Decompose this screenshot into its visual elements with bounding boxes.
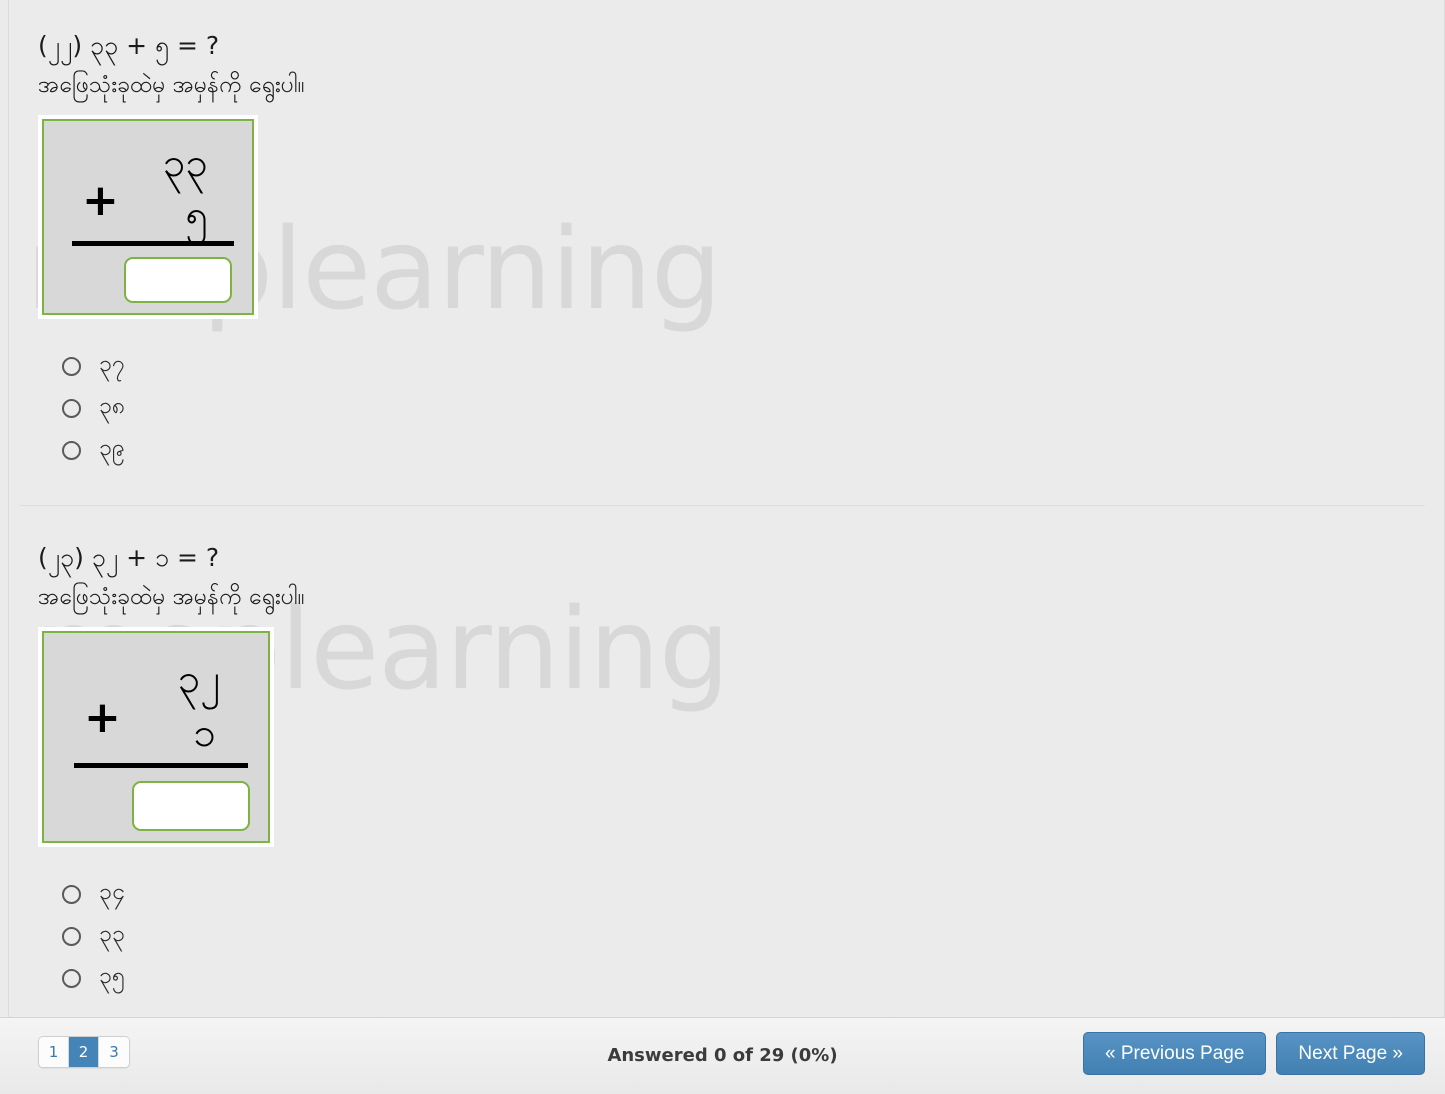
radio-icon[interactable]	[62, 968, 81, 988]
quiz-footer: 1 2 3 Answered 0 of 29 (0%) « Previous P…	[0, 1017, 1445, 1094]
option-label: ၃၉	[99, 434, 125, 461]
sum-problem-frame: + ၃၃ ၅	[42, 119, 254, 316]
question-instruction: အဖြေသုံးခုထဲမှ အမှန်ကို ရွေးပါ။	[38, 72, 305, 99]
question-title: (၂၂) ၃၃ + ၅ = ?	[38, 31, 220, 60]
sum-rule-line	[72, 241, 234, 247]
option-row[interactable]: ၃၃	[62, 915, 1445, 957]
next-page-button[interactable]: Next Page »	[1276, 1032, 1425, 1075]
radio-icon[interactable]	[62, 926, 81, 946]
addend-bottom: ၅	[185, 192, 209, 239]
option-row[interactable]: ၃၇	[62, 345, 1445, 387]
sum-rule-line	[74, 763, 248, 769]
sum-problem-frame: + ၃၂ ၁	[42, 631, 270, 844]
question-divider	[20, 505, 1425, 506]
option-row[interactable]: ၃၄	[62, 873, 1445, 915]
question-block-22: (၂၂) ၃၃ + ၅ = ? အဖြေသုံးခုထဲမှ အမှန်ကို …	[0, 0, 1445, 471]
addend-top: ၃၃	[163, 140, 208, 187]
previous-page-button[interactable]: « Previous Page	[1083, 1032, 1267, 1075]
sum-problem-image: + ၃၃ ၅	[38, 115, 258, 320]
radio-icon[interactable]	[62, 884, 81, 904]
question-instruction: အဖြေသုံးခုထဲမှ အမှန်ကို ရွေးပါ။	[38, 584, 305, 611]
option-label: ၃၄	[99, 878, 125, 905]
radio-icon[interactable]	[62, 398, 81, 418]
option-row[interactable]: ၃၈	[62, 387, 1445, 429]
options-list: ၃၇ ၃၈ ၃၉	[0, 345, 1445, 471]
options-list: ၃၄ ၃၃ ၃၅	[0, 873, 1445, 999]
plus-sign-icon: +	[84, 692, 121, 744]
quiz-page: meplearning meplearning (၂၂) ၃၃ + ၅ = ? …	[0, 0, 1445, 1094]
addend-top: ၃၂	[177, 656, 220, 703]
radio-icon[interactable]	[62, 356, 81, 376]
option-label: ၃၇	[99, 350, 125, 377]
option-row[interactable]: ၃၅	[62, 957, 1445, 999]
sum-answer-box	[124, 257, 232, 304]
question-block-23: (၂၃) ၃၂ + ၁ = ? အဖြေသုံးခုထဲမှ အမှန်ကို …	[0, 512, 1445, 999]
sum-problem-image: + ၃၂ ၁	[38, 627, 274, 848]
addend-bottom: ၁	[193, 710, 217, 757]
question-title: (၂၃) ၃၂ + ၁ = ?	[38, 543, 220, 572]
option-label: ၃၈	[99, 392, 126, 419]
plus-sign-icon: +	[82, 175, 119, 227]
navigation-buttons: « Previous Page Next Page »	[1083, 1032, 1425, 1075]
sum-answer-box	[132, 781, 250, 832]
quiz-body: (၂၂) ၃၃ + ၅ = ? အဖြေသုံးခုထဲမှ အမှန်ကို …	[0, 0, 1445, 1017]
option-row[interactable]: ၃၉	[62, 429, 1445, 471]
option-label: ၃၅	[99, 962, 125, 989]
radio-icon[interactable]	[62, 440, 81, 460]
option-label: ၃၃	[99, 920, 125, 947]
